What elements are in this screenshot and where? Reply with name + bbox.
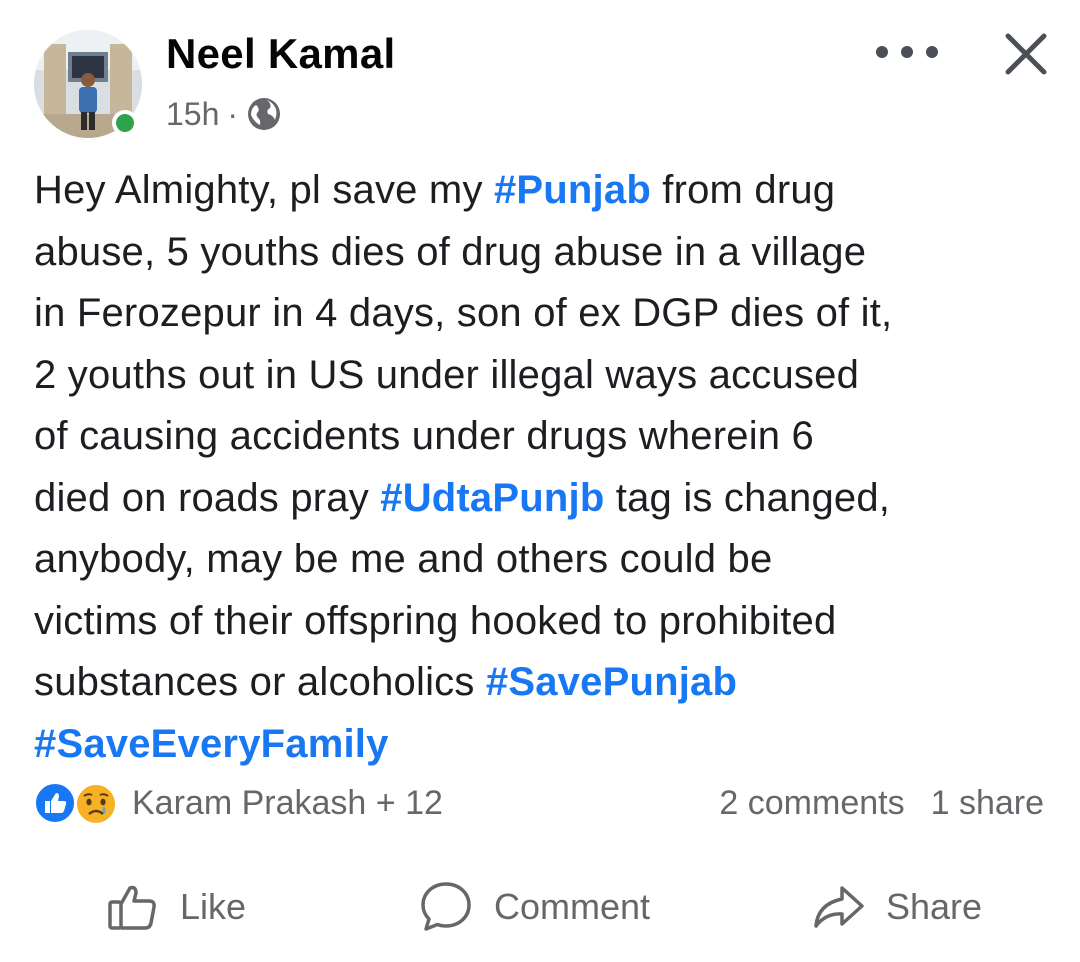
post-text-segment: 2 youths out in US under illegal ways ac… [34, 352, 860, 397]
post-text-line: in Ferozepur in 4 days, son of ex DGP di… [34, 283, 1044, 345]
post-text-line: #SaveEveryFamily [34, 714, 1044, 776]
like-reaction-icon [34, 782, 76, 824]
comment-label: Comment [494, 886, 651, 927]
hashtag-link[interactable]: #UdtaPunjb [380, 476, 604, 520]
comments-count[interactable]: 2 comments [719, 784, 904, 823]
post-text-line: abuse, 5 youths dies of drug abuse in a … [34, 222, 1044, 284]
post-time[interactable]: 15h [166, 96, 219, 133]
reaction-icons [34, 780, 124, 826]
comment-button[interactable]: Comment [418, 875, 650, 939]
post-text-segment: died on roads pray [34, 475, 381, 520]
like-label: Like [180, 886, 247, 927]
post-text-segment: of causing accidents under drugs wherein… [34, 414, 814, 458]
post-text-line: victims of their offspring hooked to pro… [34, 591, 1044, 653]
sad-reaction-icon [75, 783, 117, 825]
post-text-segment: from drug [650, 168, 836, 212]
online-status-indicator [112, 110, 138, 136]
more-options-button[interactable] [872, 30, 942, 74]
author-name[interactable]: Neel Kamal [166, 30, 395, 78]
post-meta: 15h · [166, 92, 282, 136]
share-button[interactable]: Share [812, 875, 982, 939]
engagement-counts: 2 comments 1 share [719, 780, 1044, 826]
thumbs-up-icon [108, 885, 156, 930]
hashtag-link[interactable]: #SavePunjab [486, 660, 737, 704]
more-horizontal-icon-dot [926, 46, 938, 58]
post-text-line: anybody, may be me and others could be [34, 529, 1044, 591]
post-text-line: of causing accidents under drugs wherein… [34, 406, 1044, 468]
close-icon[interactable] [998, 26, 1054, 82]
post-card: Neel Kamal 15h · Hey Almighty, pl save m… [0, 0, 1080, 962]
post-text-segment: substances or alcoholics [34, 660, 486, 704]
post-text-segment: Hey Almighty, pl save my [34, 168, 494, 212]
share-label: Share [886, 886, 983, 927]
comment-bubble-icon [421, 882, 471, 931]
post-text-line: Hey Almighty, pl save my #Punjab from dr… [34, 160, 1044, 222]
post-text-line: substances or alcoholics #SavePunjab [34, 652, 1044, 714]
post-text-segment: victims of their offspring hooked to pro… [34, 598, 837, 643]
more-horizontal-icon-dot [901, 46, 913, 58]
shares-count[interactable]: 1 share [931, 784, 1044, 823]
hashtag-link[interactable]: #Punjab [494, 168, 651, 212]
post-text-segment: anybody, may be me and others could be [34, 537, 773, 581]
reactions-summary[interactable]: Karam Prakash + 12 [34, 778, 443, 828]
meta-separator: · [227, 95, 239, 132]
post-text-segment: in Ferozepur in 4 days, son of ex DGP di… [34, 291, 893, 335]
globe-icon [248, 98, 281, 130]
hashtag-link[interactable]: #SaveEveryFamily [34, 722, 389, 766]
share-arrow-icon [814, 886, 864, 928]
like-button[interactable]: Like [106, 875, 246, 939]
post-text-line: 2 youths out in US under illegal ways ac… [34, 345, 1044, 407]
post-text-line: died on roads pray #UdtaPunjb tag is cha… [34, 468, 1044, 530]
post-text-segment: tag is changed, [604, 475, 891, 520]
more-horizontal-icon-dot [876, 46, 888, 58]
reactors-text: Karam Prakash + 12 [132, 783, 443, 822]
post-text: Hey Almighty, pl save my #Punjab from dr… [34, 160, 1044, 775]
post-text-segment: abuse, 5 youths dies of drug abuse in a … [34, 229, 867, 274]
